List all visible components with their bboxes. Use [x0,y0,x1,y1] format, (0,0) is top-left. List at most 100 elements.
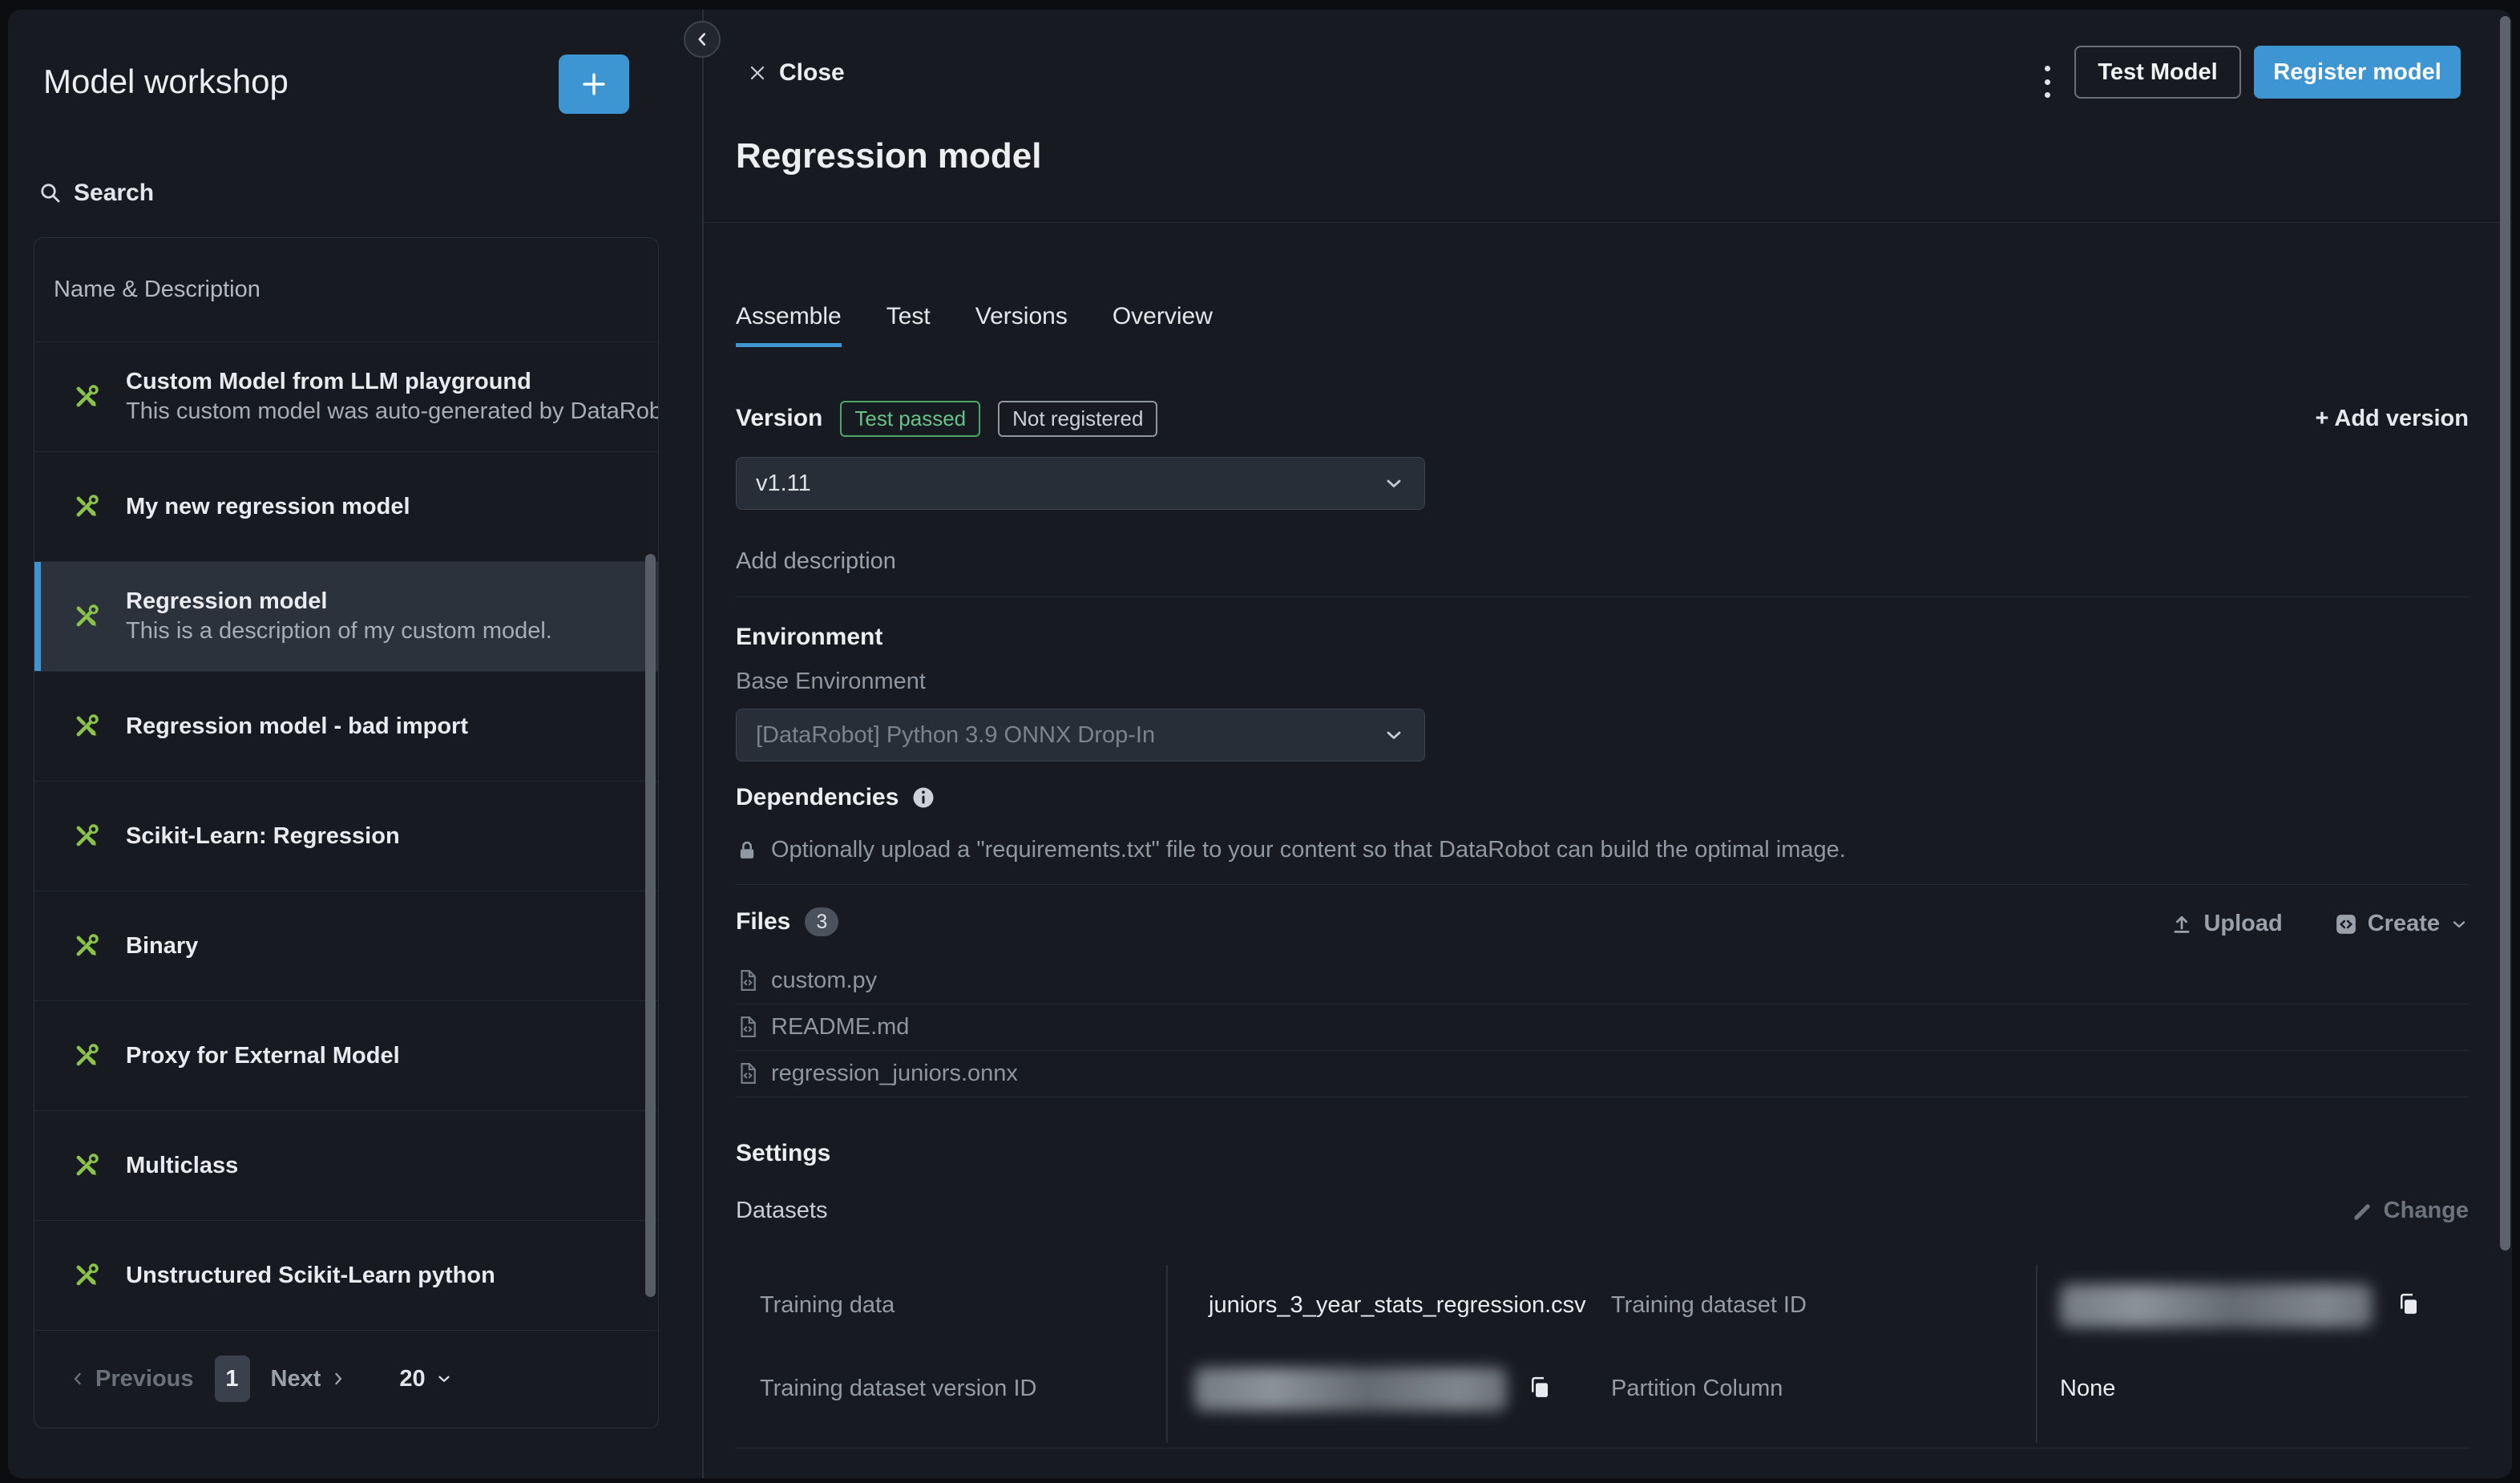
training-data-label: Training data [760,1292,895,1319]
list-item-my-new-regression-model[interactable]: My new regression model [34,451,658,561]
next-label: Next [271,1366,321,1392]
environment-heading: Environment [736,624,882,651]
dependencies-note-row: Optionally upload a "requirements.txt" f… [736,837,1846,863]
file-icon [736,968,760,992]
model-tools-icon [70,600,103,633]
model-name: Scikit-Learn: Regression [126,822,400,851]
model-title: Regression model [736,136,1041,176]
model-name: Unstructured Scikit-Learn python [126,1261,495,1291]
version-row: Version Test passed Not registered [736,401,1157,436]
list-item-binary[interactable]: Binary [34,891,658,1000]
search-toggle[interactable]: Search [38,180,154,207]
panel-divider [702,10,704,1478]
file-name: custom.py [771,968,877,994]
list-item-regression-model-bad-import[interactable]: Regression model - bad import [34,671,658,781]
base-environment-value: [DataRobot] Python 3.9 ONNX Drop-In [756,722,1155,749]
app-window: Model workshop Search Name & Description… [8,10,2512,1478]
main-scrollbar-thumb[interactable] [2500,16,2510,1251]
training-dataset-id-redacted-value [2060,1284,2373,1327]
file-actions: Upload Create [2170,911,2469,937]
file-name: regression_juniors.onnx [771,1061,1018,1087]
partition-column-value: None [2060,1376,2115,1402]
model-tools-icon [70,490,103,523]
tab-overview[interactable]: Overview [1113,303,1213,347]
file-row-regression-juniors-onnx[interactable]: regression_juniors.onnx [736,1050,2469,1097]
version-select[interactable]: v1.11 [736,457,1425,510]
model-name: Regression model - bad import [126,712,468,742]
list-item-regression-model-selected[interactable]: Regression model This is a description o… [34,561,658,671]
add-version-button[interactable]: + Add version [2315,406,2469,432]
close-label: Close [779,59,845,87]
file-icon [736,1015,760,1039]
pencil-icon [2352,1200,2374,1222]
list-header: Name & Description [34,238,658,341]
file-icon [736,1061,760,1085]
tab-versions[interactable]: Versions [975,303,1068,347]
pagination: Previous 1 Next 20 [34,1330,658,1427]
pagination-page-1[interactable]: 1 [215,1356,250,1402]
collapse-sidebar-button[interactable] [684,21,721,58]
training-data-value: juniors_3_year_stats_regression.csv [1209,1292,1586,1319]
model-name: Multiclass [126,1151,238,1181]
training-dataset-version-id-label: Training dataset version ID [760,1376,1036,1402]
model-name: Regression model [126,587,552,616]
close-button[interactable]: Close [747,59,845,87]
model-name: Proxy for External Model [126,1041,400,1071]
list-item-scikit-learn-regression[interactable]: Scikit-Learn: Regression [34,781,658,891]
list-item-unstructured-scikit-learn-python[interactable]: Unstructured Scikit-Learn python [34,1220,658,1330]
search-icon [38,181,63,205]
chevron-left-icon [68,1369,87,1388]
list-item-multiclass[interactable]: Multiclass [34,1110,658,1220]
header-divider [703,222,2512,223]
datasets-label: Datasets [736,1198,827,1224]
chevron-down-icon [435,1370,453,1388]
add-description-link[interactable]: Add description [736,548,896,575]
info-icon[interactable] [911,786,935,810]
copy-icon[interactable] [1528,1374,1552,1401]
tab-assemble[interactable]: Assemble [736,303,842,347]
file-row-readme-md[interactable]: README.md [736,1004,2469,1051]
plus-icon [579,69,609,99]
list-item-proxy-for-external-model[interactable]: Proxy for External Model [34,1000,658,1110]
close-icon [747,63,768,83]
test-model-button[interactable]: Test Model [2074,46,2241,99]
section-divider [736,1448,2469,1449]
sidebar-scrollbar-thumb[interactable] [645,554,656,1297]
list-item-custom-model-from-llm-playground[interactable]: Custom Model from LLM playground This cu… [34,341,658,451]
page-size-select[interactable]: 20 [399,1366,452,1392]
pagination-previous-button[interactable]: Previous [68,1366,194,1392]
register-model-button[interactable]: Register model [2254,46,2461,99]
files-count-badge: 3 [805,907,838,936]
page-size-value: 20 [399,1366,425,1392]
test-passed-badge: Test passed [840,401,980,437]
copy-icon[interactable] [2397,1291,2421,1318]
not-registered-badge: Not registered [998,401,1157,437]
more-actions-menu[interactable] [2031,63,2063,101]
version-select-value: v1.11 [756,471,811,497]
model-tools-icon [70,380,103,414]
chevron-right-icon [329,1369,348,1388]
tab-bar: Assemble Test Versions Overview [736,303,1213,347]
upload-label: Upload [2203,911,2282,937]
upload-button[interactable]: Upload [2170,911,2282,937]
add-model-button[interactable] [559,55,629,114]
file-row-custom-py[interactable]: custom.py [736,957,2469,1004]
model-name: Custom Model from LLM playground [126,367,658,397]
files-heading: Files [736,908,790,935]
model-tools-icon [70,1039,103,1073]
tab-test[interactable]: Test [886,303,931,347]
lock-icon [736,839,758,862]
create-menu-button[interactable]: Create [2334,911,2469,937]
chevron-down-icon [1383,724,1405,746]
change-label: Change [2384,1198,2469,1224]
base-environment-select[interactable]: [DataRobot] Python 3.9 ONNX Drop-In [736,709,1425,762]
section-divider [736,596,2469,597]
file-name: README.md [771,1014,909,1041]
upload-icon [2170,912,2194,936]
chevron-down-icon [1383,472,1405,495]
version-label: Version [736,405,822,432]
change-datasets-button[interactable]: Change [2352,1198,2469,1224]
dependencies-note: Optionally upload a "requirements.txt" f… [771,837,1846,863]
table-column-divider [1166,1265,1168,1443]
pagination-next-button[interactable]: Next [271,1366,349,1392]
